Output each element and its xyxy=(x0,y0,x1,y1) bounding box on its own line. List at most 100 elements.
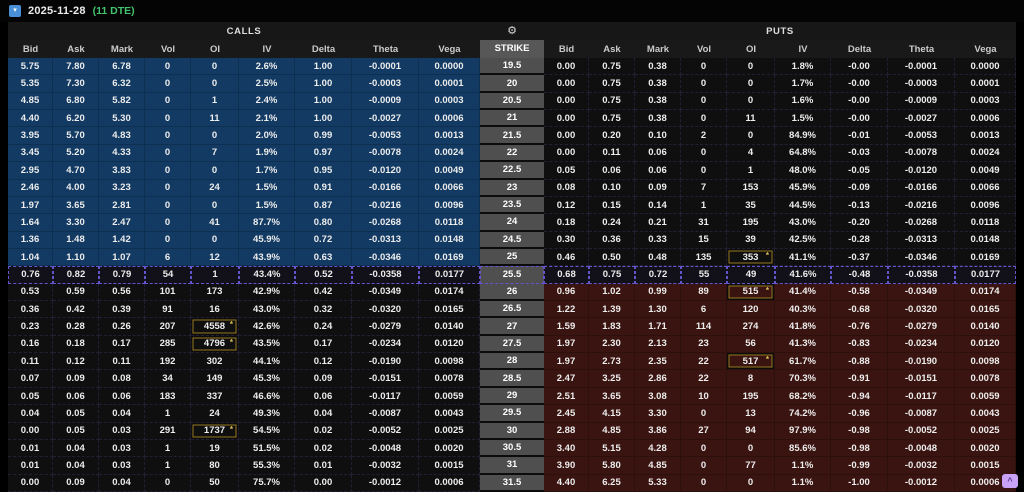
strike-cell[interactable]: 24 xyxy=(480,214,544,232)
calls-vega-cell[interactable]: 0.0066 xyxy=(419,179,480,197)
calls-iv-cell[interactable]: 42.6% xyxy=(239,318,295,336)
calls-iv-cell[interactable]: 2.6% xyxy=(239,58,295,76)
calls-mark-cell[interactable]: 6.32 xyxy=(99,75,145,93)
puts-vol-cell[interactable]: 27 xyxy=(681,422,727,440)
calls-oi-cell[interactable]: 4558 * xyxy=(191,318,239,336)
puts-vega-cell[interactable]: 0.0066 xyxy=(955,179,1016,197)
calls-delta-cell[interactable]: 1.00 xyxy=(295,92,352,111)
calls-ask-cell[interactable]: 6.80 xyxy=(53,92,99,111)
calls-vol-cell[interactable]: 6 xyxy=(145,248,191,267)
calls-iv-cell[interactable]: 2.0% xyxy=(239,127,295,145)
puts-oi-cell[interactable]: 153 xyxy=(727,179,775,197)
strike-cell[interactable]: 31 xyxy=(480,457,544,475)
calls-bid-cell[interactable]: 0.07 xyxy=(8,370,53,388)
calls-theta-cell[interactable]: -0.0048 xyxy=(352,439,419,458)
calls-ask-cell[interactable]: 7.80 xyxy=(53,58,99,76)
puts-mark-cell[interactable]: 0.06 xyxy=(635,162,681,180)
calls-theta-cell[interactable]: -0.0120 xyxy=(352,162,419,180)
calls-mark-cell[interactable]: 0.56 xyxy=(99,283,145,302)
puts-mark-cell[interactable]: 0.14 xyxy=(635,196,681,215)
calls-mark-cell[interactable]: 0.17 xyxy=(99,335,145,354)
calls-theta-cell[interactable]: -0.0012 xyxy=(352,474,419,492)
calls-iv-cell[interactable]: 49.3% xyxy=(239,405,295,423)
puts-iv-cell[interactable]: 70.3% xyxy=(775,370,831,388)
calls-iv-cell[interactable]: 51.5% xyxy=(239,439,295,458)
puts-delta-cell[interactable]: -0.03 xyxy=(831,144,888,163)
puts-ask-cell[interactable]: 5.80 xyxy=(589,457,635,475)
puts-bid-cell[interactable]: 3.40 xyxy=(544,439,589,458)
puts-vega-cell[interactable]: 0.0169 xyxy=(955,248,1016,267)
calls-bid-cell[interactable]: 4.40 xyxy=(8,110,53,128)
puts-ask-cell[interactable]: 0.75 xyxy=(589,92,635,111)
puts-delta-cell[interactable]: -0.37 xyxy=(831,248,888,267)
calls-mark-cell[interactable]: 0.08 xyxy=(99,370,145,388)
puts-bid-cell[interactable]: 0.18 xyxy=(544,214,589,232)
calls-theta-cell[interactable]: -0.0190 xyxy=(352,353,419,371)
calls-vega-cell[interactable]: 0.0015 xyxy=(419,457,480,475)
calls-delta-cell[interactable]: 0.24 xyxy=(295,318,352,336)
calls-mark-cell[interactable]: 0.04 xyxy=(99,405,145,423)
calls-oi-cell[interactable]: 1 xyxy=(191,266,239,284)
puts-vol-cell[interactable]: 0 xyxy=(681,58,727,76)
puts-vol-cell[interactable]: 22 xyxy=(681,353,727,371)
calls-iv-cell[interactable]: 75.7% xyxy=(239,474,295,492)
calls-theta-cell[interactable]: -0.0349 xyxy=(352,283,419,302)
strike-cell[interactable]: 20 xyxy=(480,75,544,93)
calls-ask-cell[interactable]: 3.30 xyxy=(53,214,99,232)
puts-oi-cell[interactable]: 0 xyxy=(727,439,775,458)
puts-delta-cell[interactable]: -0.01 xyxy=(831,127,888,145)
puts-ask-cell[interactable]: 6.25 xyxy=(589,474,635,492)
calls-mark-cell[interactable]: 0.79 xyxy=(99,266,145,284)
puts-oi-cell[interactable]: 195 xyxy=(727,214,775,232)
calls-oi-cell[interactable]: 1737 * xyxy=(191,422,239,440)
puts-vega-cell[interactable]: 0.0049 xyxy=(955,162,1016,180)
puts-vega-cell[interactable]: 0.0120 xyxy=(955,335,1016,354)
calls-vol-cell[interactable]: 0 xyxy=(145,110,191,128)
calls-mark-cell[interactable]: 0.03 xyxy=(99,439,145,458)
calls-oi-cell[interactable]: 0 xyxy=(191,162,239,180)
calls-oi-cell[interactable]: 80 xyxy=(191,457,239,475)
calls-ask-cell[interactable]: 0.82 xyxy=(53,266,99,284)
puts-theta-cell[interactable]: -0.0009 xyxy=(888,92,955,111)
puts-iv-cell[interactable]: 40.3% xyxy=(775,301,831,319)
calls-vol-cell[interactable]: 285 xyxy=(145,335,191,354)
calls-vega-cell[interactable]: 0.0003 xyxy=(419,92,480,111)
puts-vol-cell[interactable]: 0 xyxy=(681,162,727,180)
puts-delta-cell[interactable]: -0.00 xyxy=(831,75,888,93)
calls-delta-cell[interactable]: 0.91 xyxy=(295,179,352,197)
strike-cell[interactable]: 21 xyxy=(480,110,544,128)
calls-ask-cell[interactable]: 0.12 xyxy=(53,353,99,371)
puts-vega-cell[interactable]: 0.0015 xyxy=(955,457,1016,475)
calls-iv-cell[interactable]: 2.5% xyxy=(239,75,295,93)
calls-delta-cell[interactable]: 1.00 xyxy=(295,110,352,128)
calls-theta-cell[interactable]: -0.0053 xyxy=(352,127,419,145)
expiration-date[interactable]: 2025-11-28 xyxy=(28,5,86,17)
puts-vol-cell[interactable]: 31 xyxy=(681,214,727,232)
puts-oi-cell[interactable]: 353 * xyxy=(727,248,775,267)
calls-delta-cell[interactable]: 0.42 xyxy=(295,283,352,302)
calls-delta-cell[interactable]: 0.09 xyxy=(295,370,352,388)
puts-oi-cell[interactable]: 49 xyxy=(727,266,775,284)
calls-vega-cell[interactable]: 0.0049 xyxy=(419,162,480,180)
calls-vol-cell[interactable]: 0 xyxy=(145,214,191,232)
calls-oi-cell[interactable]: 24 xyxy=(191,405,239,423)
puts-mark-cell[interactable]: 0.38 xyxy=(635,58,681,76)
calls-ask-cell[interactable]: 0.05 xyxy=(53,422,99,440)
calls-theta-cell[interactable]: -0.0358 xyxy=(352,266,419,284)
calls-oi-cell[interactable]: 149 xyxy=(191,370,239,388)
puts-theta-cell[interactable]: -0.0358 xyxy=(888,266,955,284)
puts-vol-cell[interactable]: 135 xyxy=(681,248,727,267)
calls-mark-cell[interactable]: 1.42 xyxy=(99,231,145,249)
puts-mark-cell[interactable]: 0.09 xyxy=(635,179,681,197)
puts-mark-cell[interactable]: 3.30 xyxy=(635,405,681,423)
puts-bid-cell[interactable]: 0.08 xyxy=(544,179,589,197)
puts-delta-cell[interactable]: -0.96 xyxy=(831,405,888,423)
puts-oi-cell[interactable]: 0 xyxy=(727,127,775,145)
calls-ask-cell[interactable]: 0.18 xyxy=(53,335,99,354)
calls-oi-cell[interactable]: 4796 * xyxy=(191,335,239,354)
calls-delta-cell[interactable]: 1.00 xyxy=(295,58,352,76)
calls-bid-cell[interactable]: 3.95 xyxy=(8,127,53,145)
puts-vol-cell[interactable]: 2 xyxy=(681,127,727,145)
puts-iv-cell[interactable]: 64.8% xyxy=(775,144,831,163)
puts-vol-cell[interactable]: 23 xyxy=(681,335,727,354)
